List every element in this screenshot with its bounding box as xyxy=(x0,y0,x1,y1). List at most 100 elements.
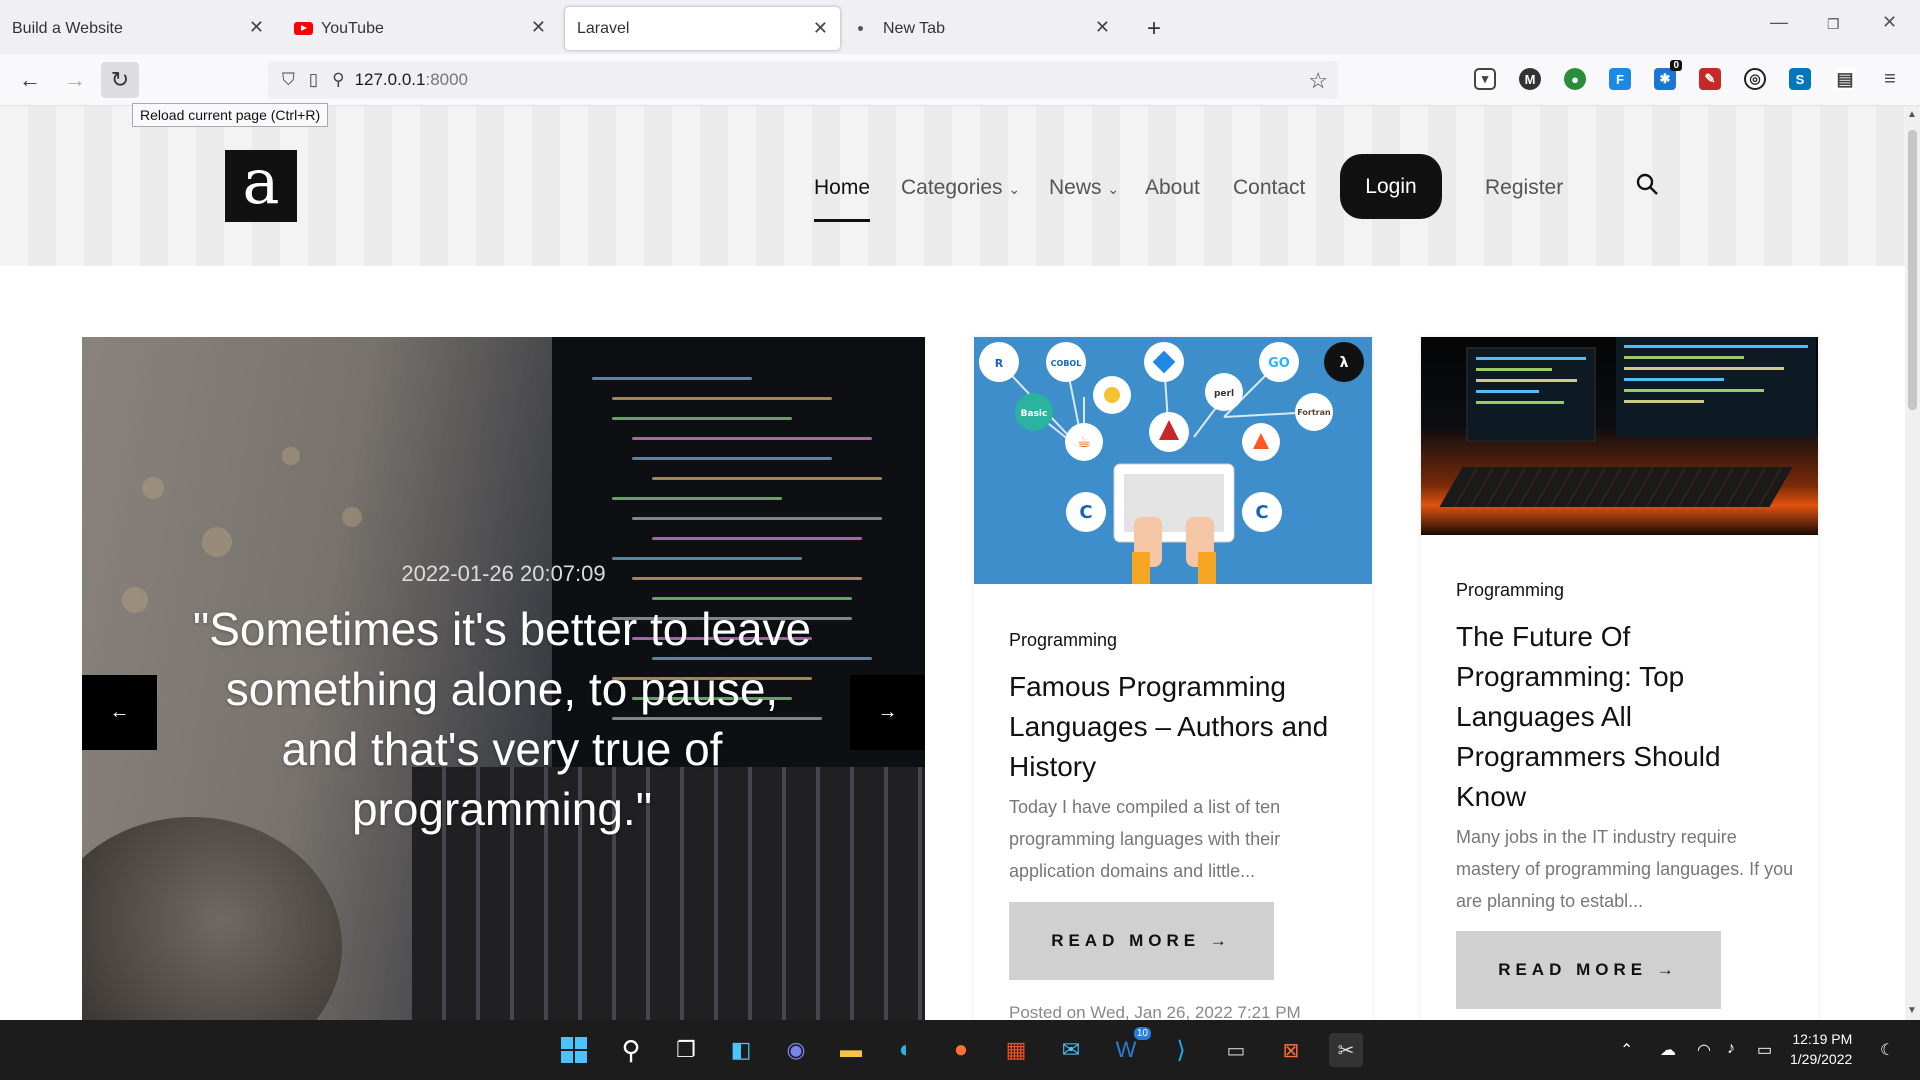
vscode-icon[interactable]: ⟩ xyxy=(1164,1033,1198,1067)
extension-badge-icon[interactable]: ✱ 0 xyxy=(1654,60,1682,90)
tab-label: Build a Website xyxy=(12,19,123,37)
extension-sync-icon[interactable]: ◎ xyxy=(1744,68,1766,90)
battery-icon[interactable]: ▭ xyxy=(1757,1040,1772,1060)
system-clock[interactable]: 12:19 PM 1/29/2022 xyxy=(1790,1029,1852,1069)
back-icon[interactable]: ← xyxy=(11,62,49,98)
nav-contact[interactable]: Contact xyxy=(1233,176,1305,200)
clipboard-icon[interactable]: ▤ xyxy=(1834,68,1856,90)
minimize-icon[interactable]: — xyxy=(1770,12,1788,33)
bookmark-star-icon[interactable]: ☆ xyxy=(1308,68,1328,94)
xampp-icon[interactable]: ⊠ xyxy=(1274,1033,1308,1067)
scroll-down-icon[interactable]: ▼ xyxy=(1907,1005,1917,1016)
wifi-icon[interactable]: ◠ xyxy=(1697,1040,1711,1060)
post-date: Posted on Wed, Jan 26, 2022 7:21 PM xyxy=(1009,1003,1301,1020)
notification-badge: 10 xyxy=(1133,1027,1151,1040)
pocket-icon[interactable]: ▾ xyxy=(1474,68,1496,90)
reload-icon[interactable]: ↻ xyxy=(101,62,139,98)
close-icon[interactable]: ✕ xyxy=(813,18,828,39)
read-more-button[interactable]: READ MORE → xyxy=(1456,931,1721,1009)
word-icon[interactable]: W 10 xyxy=(1109,1027,1151,1067)
cloud-icon[interactable]: ☁ xyxy=(1660,1040,1676,1060)
login-button[interactable]: Login xyxy=(1340,154,1442,219)
browser-window: Build a Website ✕ YouTube ✕ Laravel ✕ Ne… xyxy=(0,0,1920,1020)
hero-date: 2022-01-26 20:07:09 xyxy=(401,561,606,586)
unread-dot-icon xyxy=(858,26,863,31)
post-card[interactable]: R COBOL Basic perl GO λ Fortran ☕ C C Pr… xyxy=(974,337,1372,1020)
post-title[interactable]: The Future Of Programming: Top Languages… xyxy=(1456,617,1796,817)
post-excerpt: Today I have compiled a list of ten prog… xyxy=(1009,797,1281,881)
firefox-icon[interactable]: ● xyxy=(944,1033,978,1067)
url-text[interactable]: 127.0.0.1:8000 xyxy=(355,70,468,90)
basic-logo-text: Basic xyxy=(1021,409,1048,419)
tab-youtube[interactable]: YouTube ✕ xyxy=(282,6,558,51)
scroll-up-icon[interactable]: ▲ xyxy=(1907,109,1917,120)
notifications-moon-icon[interactable]: ☾ xyxy=(1880,1040,1894,1060)
post-image-monitors-keyboard[interactable] xyxy=(1421,337,1818,535)
post-card[interactable]: Programming The Future Of Programming: T… xyxy=(1421,337,1818,1020)
search-icon[interactable]: ⚲ xyxy=(614,1033,648,1067)
permissions-icon[interactable]: ⚲ xyxy=(332,70,344,90)
monitor-image xyxy=(1616,337,1816,437)
chevron-up-icon[interactable]: ⌃ xyxy=(1620,1040,1633,1060)
site-logo[interactable]: a xyxy=(225,150,297,222)
post-image-programming-languages[interactable]: R COBOL Basic perl GO λ Fortran ☕ C C xyxy=(974,337,1372,584)
snipping-tool-icon[interactable]: ✂ xyxy=(1329,1033,1363,1067)
menu-icon[interactable]: ≡ xyxy=(1879,68,1901,90)
nav-news[interactable]: News ⌄ xyxy=(1049,176,1119,200)
nav-home[interactable]: Home xyxy=(814,176,871,222)
task-view-icon[interactable]: ❐ xyxy=(669,1033,703,1067)
start-icon[interactable] xyxy=(557,1033,591,1067)
close-icon[interactable]: ✕ xyxy=(531,17,546,38)
arrow-left-icon: ← xyxy=(109,701,130,723)
extension-m-icon[interactable]: M xyxy=(1519,68,1541,90)
post-title[interactable]: Famous Programming Languages – Authors a… xyxy=(1009,667,1349,787)
slider-next-button[interactable]: → xyxy=(850,675,925,750)
post-category[interactable]: Programming xyxy=(1009,630,1117,651)
clock-time: 12:19 PM xyxy=(1792,1031,1853,1047)
address-bar[interactable]: ⛉ ▯ ⚲ 127.0.0.1:8000 ☆ xyxy=(268,61,1338,99)
tab-laravel[interactable]: Laravel ✕ xyxy=(564,6,841,51)
search-icon[interactable] xyxy=(1635,172,1659,196)
post-category[interactable]: Programming xyxy=(1456,580,1564,601)
page-icon[interactable]: ▯ xyxy=(309,70,318,90)
tab-label: YouTube xyxy=(321,19,384,37)
file-explorer-icon[interactable]: ▬ xyxy=(834,1033,868,1067)
nav-categories[interactable]: Categories ⌄ xyxy=(901,176,1020,200)
slider-prev-button[interactable]: ← xyxy=(82,675,157,750)
svg-text:C: C xyxy=(1255,502,1268,523)
go-logo-text: GO xyxy=(1268,356,1290,371)
nav-about[interactable]: About xyxy=(1145,176,1200,200)
widgets-icon[interactable]: ◧ xyxy=(724,1033,758,1067)
store-icon[interactable]: ▦ xyxy=(999,1033,1033,1067)
volume-icon[interactable]: ♪ xyxy=(1727,1040,1735,1058)
extension-f-icon[interactable]: F xyxy=(1609,68,1631,90)
teams-chat-icon[interactable]: ◉ xyxy=(779,1033,813,1067)
new-tab-plus-icon[interactable]: + xyxy=(1135,6,1173,51)
extension-pdf-icon[interactable]: ✎ xyxy=(1699,68,1721,90)
edge-icon[interactable]: ◐ xyxy=(889,1033,923,1067)
extension-globe-icon[interactable]: ● xyxy=(1564,68,1586,90)
perl-logo-text: perl xyxy=(1214,389,1234,399)
terminal-icon[interactable]: ▭ xyxy=(1219,1033,1253,1067)
tab-new-tab[interactable]: New Tab ✕ xyxy=(846,6,1122,51)
tab-build-a-website[interactable]: Build a Website ✕ xyxy=(0,6,276,51)
tab-label: New Tab xyxy=(883,19,945,37)
scrollbar-thumb[interactable] xyxy=(1908,130,1917,410)
nav-register[interactable]: Register xyxy=(1485,176,1563,200)
post-excerpt: Many jobs in the IT industry require mas… xyxy=(1456,827,1794,911)
fortran-logo-text: Fortran xyxy=(1297,408,1331,417)
close-icon[interactable]: ✕ xyxy=(1095,17,1110,38)
close-icon[interactable]: ✕ xyxy=(249,17,264,38)
url-host: 127.0.0.1 xyxy=(354,70,426,89)
shield-icon[interactable]: ⛉ xyxy=(282,70,295,90)
mail-icon[interactable]: ✉ xyxy=(1054,1033,1088,1067)
reload-tooltip: Reload current page (Ctrl+R) xyxy=(132,103,329,127)
window-close-icon[interactable]: ✕ xyxy=(1882,12,1897,33)
read-more-button[interactable]: READ MORE → xyxy=(1009,902,1274,980)
extension-badge-count: 0 xyxy=(1670,60,1682,71)
forward-icon[interactable]: → xyxy=(56,62,94,98)
web-page: a Home Categories ⌄ News ⌄ About Contact… xyxy=(0,106,1905,1020)
extension-screenshot-icon[interactable]: S xyxy=(1789,68,1811,90)
restore-icon[interactable]: ❐ xyxy=(1827,16,1840,33)
svg-text:☕: ☕ xyxy=(1077,432,1091,451)
